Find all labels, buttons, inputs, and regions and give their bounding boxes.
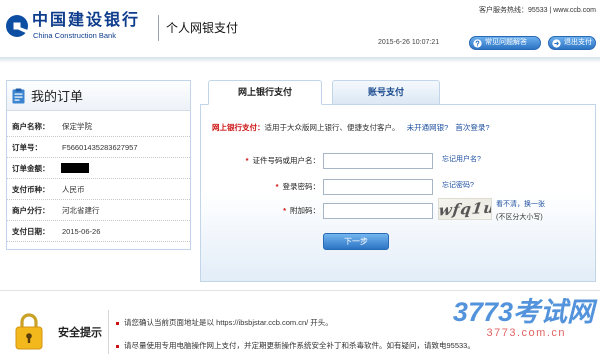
refresh-captcha-link[interactable]: 看不清，换一张	[496, 201, 545, 209]
not-enabled-link[interactable]: 未开通网银?	[407, 123, 449, 132]
security-tip-text: 请您确认当前页面地址是以 https://ibsbjstar.ccb.com.c…	[124, 318, 333, 327]
exit-icon	[552, 38, 561, 48]
tab-online-banking-payment[interactable]: 网上银行支付	[208, 80, 322, 105]
required-mark: *	[283, 206, 286, 215]
order-row-currency: 支付币种： 人民币	[7, 179, 190, 200]
forgot-password-link[interactable]: 忘记密码?	[442, 182, 474, 190]
first-login-link[interactable]: 首次登录?	[455, 123, 489, 132]
password-label: * 登录密码：	[218, 182, 320, 191]
username-label: * 证件号码或用户名：	[218, 156, 320, 165]
current-datetime: 2015-6-26 10:07:21	[378, 39, 440, 46]
order-label: 商户分行：	[12, 206, 50, 215]
next-step-button[interactable]: 下一步	[323, 233, 389, 250]
intro-text: 适用于大众版网上银行、便捷支付客户。	[264, 123, 400, 132]
bank-name-cn: 中国建设银行	[32, 12, 141, 29]
case-insensitive-note: (不区分大小写)	[496, 214, 543, 221]
ccb-logo[interactable]: 中国建设银行 China Construction Bank	[4, 10, 154, 44]
intro-label: 网上银行支付：	[212, 123, 265, 132]
payment-intro: 网上银行支付：适用于大众版网上银行、便捷支付客户。 未开通网银? 首次登录?	[212, 123, 490, 132]
service-hotline: 客户服务热线：95533 | www.ccb.com	[479, 7, 596, 14]
captcha-label-text: 附加码：	[290, 206, 320, 215]
order-row-date: 支付日期： 2015-06-26	[7, 221, 190, 242]
captcha-label: * 附加码：	[218, 206, 320, 215]
faq-button-label: 常见问题解答	[485, 39, 527, 46]
username-row: * 证件号码或用户名： 忘记用户名?	[200, 153, 596, 169]
order-value: F56601435283627957	[62, 143, 138, 152]
exit-button-label: 退出支付	[564, 39, 592, 46]
password-label-text: 登录密码：	[282, 182, 321, 191]
lock-icon	[14, 312, 44, 350]
captcha-text: wfq1u	[438, 198, 492, 220]
required-mark: *	[275, 182, 279, 191]
tab-account-payment[interactable]: 账号支付	[332, 80, 440, 105]
order-label: 订单号：	[12, 143, 42, 152]
order-value: 2015-06-26	[62, 227, 101, 236]
faq-button[interactable]: 常见问题解答	[469, 36, 541, 50]
bank-name-en: China Construction Bank	[33, 31, 116, 40]
security-tips-section: 安全提示 请您确认当前页面地址是以 https://ibsbjstar.ccb.…	[0, 292, 600, 360]
order-row-order-number: 订单号： F56601435283627957	[7, 137, 190, 158]
captcha-image[interactable]: wfq1u	[438, 198, 492, 220]
order-label: 订单金额：	[12, 164, 50, 173]
order-label: 商户名称：	[12, 122, 50, 131]
order-row-merchant: 商户名称： 保定学院	[7, 116, 190, 137]
required-mark: *	[245, 156, 249, 165]
username-input[interactable]	[323, 153, 433, 169]
order-panel-title: 我的订单	[31, 89, 84, 104]
order-document-icon	[12, 88, 25, 104]
service-title: 个人网银支付	[166, 21, 239, 35]
section-divider	[0, 290, 600, 291]
redacted-amount	[61, 163, 89, 173]
tip-bullet	[116, 344, 119, 348]
page-header: 中国建设银行 China Construction Bank 个人网银支付 客户…	[0, 0, 600, 58]
order-row-branch: 商户分行： 河北省建行	[7, 200, 190, 221]
header-divider	[158, 15, 159, 41]
order-label: 支付日期：	[12, 227, 50, 236]
order-value: 保定学院	[62, 122, 92, 131]
ccb-logo-icon	[5, 14, 29, 38]
security-tip: 请您确认当前页面地址是以 https://ibsbjstar.ccb.com.c…	[116, 318, 333, 327]
password-input[interactable]	[323, 179, 433, 195]
exit-payment-button[interactable]: 退出支付	[548, 36, 596, 50]
order-panel: 我的订单 商户名称： 保定学院 订单号： F56601435283627957 …	[6, 80, 191, 250]
username-label-text: 证件号码或用户名：	[252, 156, 321, 165]
order-value: 人民币	[62, 185, 85, 194]
forgot-username-link[interactable]: 忘记用户名?	[442, 156, 481, 164]
security-tip-text: 请尽量使用专用电脑操作网上支付，并定期更新操作系统安全补丁和杀毒软件。如有疑问，…	[124, 341, 475, 350]
order-panel-header: 我的订单	[7, 81, 190, 111]
question-circle-icon	[473, 38, 482, 48]
order-value: 河北省建行	[62, 206, 100, 215]
password-row: * 登录密码： 忘记密码?	[200, 179, 596, 195]
header-rule	[0, 57, 600, 63]
payment-panel: 网上银行支付 账号支付 网上银行支付：适用于大众版网上银行、便捷支付客户。 未开…	[200, 80, 596, 282]
tip-bullet	[116, 321, 119, 325]
security-tip: 请尽量使用专用电脑操作网上支付，并定期更新操作系统安全补丁和杀毒软件。如有疑问，…	[116, 341, 475, 350]
security-title: 安全提示	[58, 327, 102, 339]
order-label: 支付币种：	[12, 185, 50, 194]
security-divider	[108, 310, 109, 354]
captcha-input[interactable]	[323, 203, 433, 219]
order-row-amount: 订单金额：	[7, 158, 190, 179]
